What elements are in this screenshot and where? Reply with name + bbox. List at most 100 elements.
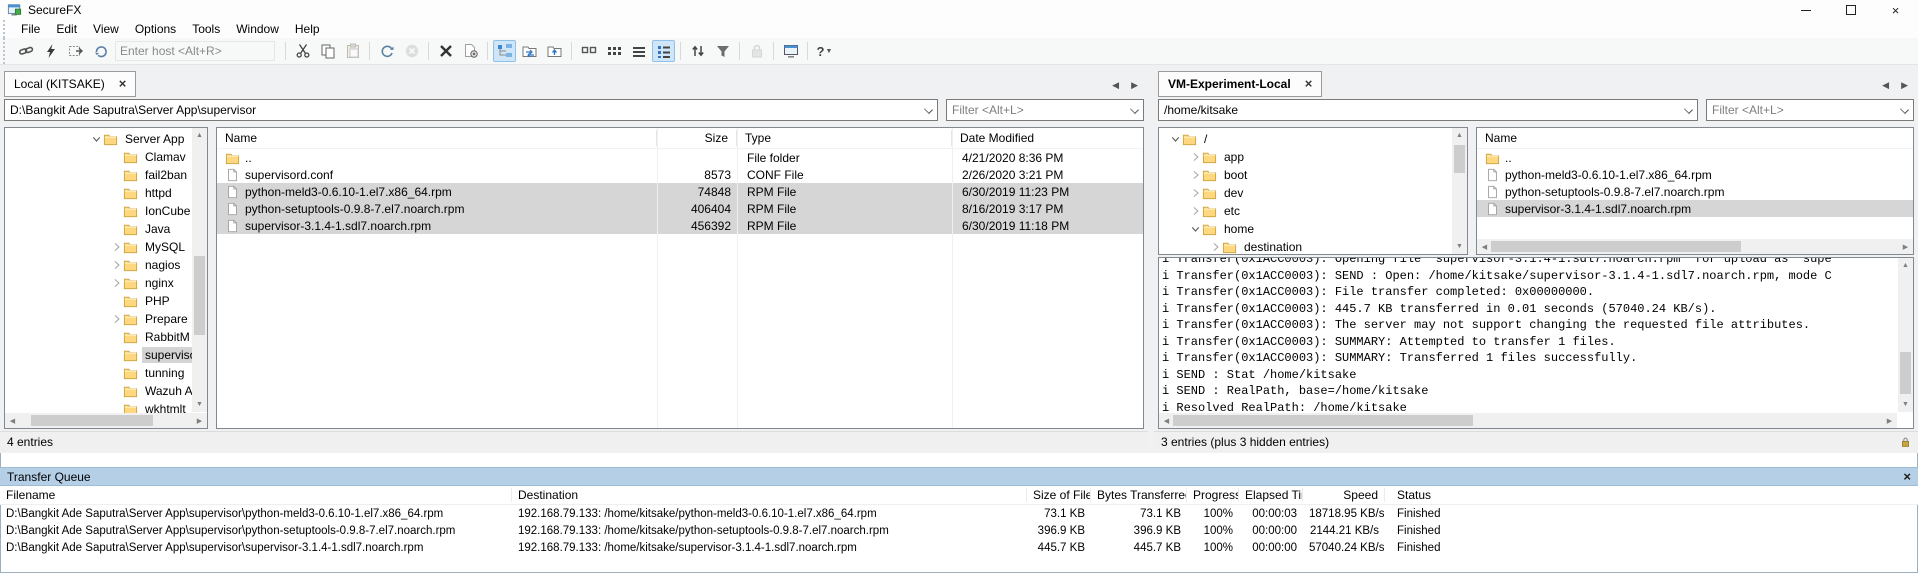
synchronize-button[interactable] [518,40,541,62]
tab-scroll-left-icon[interactable]: ◀ [1112,80,1119,91]
tab-close-icon[interactable]: × [1305,77,1313,90]
column-header-size[interactable]: Size [657,130,737,146]
restore-button[interactable] [1828,0,1873,20]
filter-button[interactable] [711,40,734,62]
scroll-right-icon[interactable]: ▶ [1882,413,1897,428]
remote-list-horizontal-scrollbar[interactable]: ◀ ▶ [1477,239,1913,254]
local-tree-item-wkhtmlt[interactable]: wkhtmlt [5,400,192,413]
file-row-python-meld3-0-6-10-1-el7-x86-64-rpm[interactable]: python-meld3-0.6.10-1.el7.x86_64.rpm [1477,166,1913,183]
tab-scroll-right-icon[interactable]: ▶ [1131,80,1138,91]
stop-button[interactable] [400,40,423,62]
local-tree-item-php[interactable]: PHP [5,292,192,310]
paste-button[interactable] [341,40,364,62]
column-header-size-of-file[interactable]: Size of File [1027,488,1091,502]
minimize-button[interactable] [1783,0,1828,20]
chevron-right-icon[interactable] [1209,241,1222,254]
new-tab-button[interactable] [64,40,87,62]
local-tree-horizontal-scrollbar[interactable]: ◀ ▶ [5,413,207,428]
remote-pane-splitter[interactable] [1468,127,1476,255]
remote-tree-item-dev[interactable]: dev [1159,184,1452,202]
tab-local[interactable]: Local (KITSAKE) × [4,71,137,97]
chevron-down-icon[interactable] [1127,100,1143,120]
local-path-input[interactable] [5,103,921,117]
log-vertical-scrollbar[interactable]: ▲ ▼ [1898,258,1913,412]
details-view-button[interactable] [652,40,675,62]
chevron-down-icon[interactable] [921,100,937,120]
refresh-button[interactable] [375,40,398,62]
log-horizontal-scrollbar[interactable]: ◀ ▶ [1159,413,1897,428]
remote-filter-input[interactable] [1707,103,1897,117]
tree-view-button[interactable] [493,40,516,62]
scroll-down-icon[interactable]: ▼ [192,397,207,412]
file-row-item[interactable]: .. File folder 4/21/2020 8:36 PM [217,149,1143,166]
local-filter-input[interactable] [947,103,1127,117]
remote-tree-item-app[interactable]: app [1159,148,1452,166]
scroll-left-icon[interactable]: ◀ [1159,413,1174,428]
local-pane-splitter[interactable] [208,127,216,429]
local-tree-item-mysql[interactable]: MySQL [5,238,192,256]
column-header-bytes-transferred[interactable]: Bytes Transferred [1091,488,1187,502]
tab-close-icon[interactable]: × [119,77,127,90]
column-header-name[interactable]: Name [217,130,657,146]
tab-remote[interactable]: VM-Experiment-Local × [1158,71,1323,97]
queue-row[interactable]: D:\Bangkit Ade Saputra\Server App\superv… [0,539,1918,556]
close-button[interactable]: × [1873,0,1918,20]
column-header-progress[interactable]: Progress [1187,488,1239,502]
local-tree-item-nginx[interactable]: nginx [5,274,192,292]
host-input[interactable] [115,41,275,61]
column-header-filename[interactable]: Filename [0,488,512,502]
column-header-date-modified[interactable]: Date Modified [952,130,1143,146]
chevron-down-icon[interactable] [1169,133,1182,146]
remote-path-combo[interactable] [1158,99,1698,121]
list-view-button[interactable] [627,40,650,62]
scroll-left-icon[interactable]: ◀ [5,413,20,428]
file-row-supervisor-3-1-4-1-sdl7-noarch-rpm[interactable]: supervisor-3.1.4-1.sdl7.noarch.rpm [1477,200,1913,217]
scroll-right-icon[interactable]: ▶ [192,413,207,428]
toolbar-grip[interactable] [3,38,10,64]
column-header-elapsed-time[interactable]: Elapsed Time [1239,488,1303,502]
file-properties-button[interactable] [459,40,482,62]
upload-folder-button[interactable] [543,40,566,62]
help-button[interactable]: ? ▼ [813,40,836,62]
column-header-destination[interactable]: Destination [512,488,1027,502]
scroll-down-icon[interactable]: ▼ [1452,239,1467,254]
file-row-python-meld3-0-6-10-1-el7-x86-64-rpm[interactable]: python-meld3-0.6.10-1.el7.x86_64.rpm 7484… [217,183,1143,200]
menu-tools[interactable]: Tools [184,22,228,36]
file-row-item[interactable]: .. [1477,149,1913,166]
file-row-supervisor-3-1-4-1-sdl7-noarch-rpm[interactable]: supervisor-3.1.4-1.sdl7.noarch.rpm 456392… [217,217,1143,234]
queue-row[interactable]: D:\Bangkit Ade Saputra\Server App\superv… [0,522,1918,539]
chevron-right-icon[interactable] [110,313,123,326]
local-tree-item-tunning[interactable]: tunning [5,364,192,382]
column-header-status[interactable]: Status [1385,488,1918,502]
scroll-left-icon[interactable]: ◀ [1477,239,1492,254]
menu-help[interactable]: Help [287,22,328,36]
menu-edit[interactable]: Edit [48,22,85,36]
local-filter-combo[interactable] [946,99,1144,121]
quick-connect-button[interactable] [39,40,62,62]
local-tree-item-supervisor[interactable]: supervisor [5,346,192,364]
lock-button[interactable] [745,40,768,62]
local-tree-item-wazuh-a[interactable]: Wazuh A [5,382,192,400]
remote-filter-combo[interactable] [1706,99,1914,121]
remote-path-input[interactable] [1159,103,1681,117]
chevron-down-icon[interactable] [90,133,103,146]
chevron-down-icon[interactable] [1681,100,1697,120]
local-tree-item-prepare[interactable]: Prepare [5,310,192,328]
transfer-queue-close-icon[interactable]: × [1903,469,1911,484]
remote-tree-item-boot[interactable]: boot [1159,166,1452,184]
sort-button[interactable] [686,40,709,62]
remote-tree-item-etc[interactable]: etc [1159,202,1452,220]
small-icons-view-button[interactable] [602,40,625,62]
file-row-python-setuptools-0-9-8-7-el7-noarch-rpm[interactable]: python-setuptools-0.9.8-7.el7.noarch.rpm [1477,183,1913,200]
scroll-up-icon[interactable]: ▲ [192,128,207,143]
remote-tree-vertical-scrollbar[interactable]: ▲ ▼ [1452,128,1467,254]
session-options-button[interactable] [779,40,802,62]
local-tree-item-java[interactable]: Java [5,220,192,238]
remote-tree-item-home[interactable]: home [1159,220,1452,238]
menu-view[interactable]: View [85,22,127,36]
tab-scroll-left-icon[interactable]: ◀ [1882,80,1889,91]
local-tree-item-nagios[interactable]: nagios [5,256,192,274]
menu-options[interactable]: Options [127,22,184,36]
queue-row[interactable]: D:\Bangkit Ade Saputra\Server App\superv… [0,505,1918,522]
delete-button[interactable] [434,40,457,62]
